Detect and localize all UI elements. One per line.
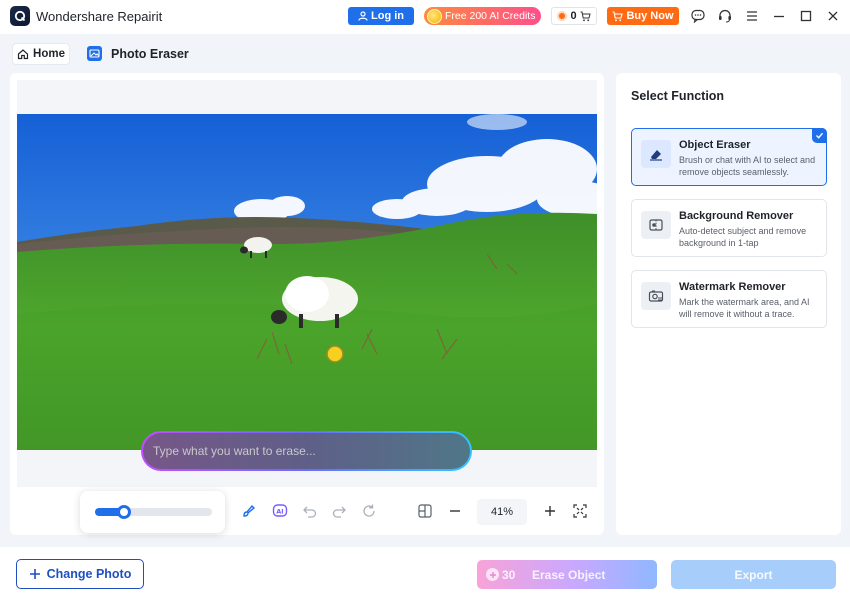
function-card-background-remover[interactable]: Background Remover Auto-detect subject a…	[631, 199, 827, 257]
eraser-icon	[641, 140, 671, 168]
brush-tool-icon[interactable]	[241, 503, 257, 519]
change-photo-label: Change Photo	[46, 567, 132, 581]
page-title: Photo Eraser	[111, 47, 189, 61]
function-card-watermark-remover[interactable]: Watermark Remover Mark the watermark are…	[631, 270, 827, 328]
user-icon	[358, 11, 368, 21]
function-card-title: Watermark Remover	[679, 281, 786, 293]
minimize-icon[interactable]	[771, 8, 787, 24]
free-credits-button[interactable]: Free 200 AI Credits	[424, 7, 541, 25]
erase-object-button[interactable]: 30 Erase Object	[477, 560, 657, 589]
erase-credit-cost: 30	[502, 568, 516, 582]
cart-icon	[580, 11, 591, 21]
function-card-title: Background Remover	[679, 210, 794, 222]
function-card-desc: Mark the watermark area, and AI will rem…	[679, 297, 810, 319]
close-icon[interactable]	[825, 8, 841, 24]
change-photo-button[interactable]: Change Photo	[16, 559, 144, 589]
zoom-level: 41%	[477, 499, 527, 525]
app-title: Wondershare Repairit	[36, 9, 163, 24]
photo-canvas[interactable]	[17, 114, 597, 450]
background-remover-icon	[641, 211, 671, 239]
buy-now-label: Buy Now	[626, 10, 674, 22]
redo-icon[interactable]	[331, 503, 347, 519]
credit-coin-icon	[557, 11, 568, 21]
function-card-title: Object Eraser	[679, 139, 751, 151]
undo-icon[interactable]	[302, 503, 318, 519]
chat-icon[interactable]	[690, 8, 706, 24]
menu-icon[interactable]	[744, 8, 760, 24]
erase-prompt-field[interactable]	[141, 431, 472, 471]
fit-screen-icon[interactable]	[572, 503, 588, 519]
credit-icon	[486, 568, 499, 581]
credits-label: Free 200 AI Credits	[445, 10, 536, 22]
coin-icon	[427, 8, 442, 24]
watermark-remover-icon	[641, 282, 671, 310]
export-button[interactable]: Export	[671, 560, 836, 589]
credits-cart-button[interactable]: 0	[551, 7, 597, 25]
home-label: Home	[33, 48, 65, 60]
login-label: Log in	[371, 10, 404, 22]
zoom-out-icon[interactable]	[447, 503, 463, 519]
buy-now-button[interactable]: Buy Now	[607, 7, 679, 25]
export-label: Export	[734, 567, 773, 582]
svg-text:AI: AI	[276, 508, 283, 516]
headset-icon[interactable]	[717, 8, 733, 24]
erase-prompt-input[interactable]	[153, 444, 470, 458]
selected-check-icon	[812, 128, 827, 143]
app-logo-icon	[10, 6, 30, 26]
login-button[interactable]: Log in	[348, 7, 414, 25]
ai-select-icon[interactable]: AI	[272, 503, 288, 519]
function-card-desc: Brush or chat with AI to select and remo…	[679, 155, 816, 177]
function-panel-title: Select Function	[631, 89, 725, 103]
erase-object-label: Erase Object	[532, 568, 606, 582]
reset-icon[interactable]	[361, 503, 377, 519]
function-card-object-eraser[interactable]: Object Eraser Brush or chat with AI to s…	[631, 128, 827, 186]
plus-icon	[29, 569, 40, 579]
zoom-in-icon[interactable]	[542, 503, 558, 519]
compare-icon[interactable]	[417, 503, 433, 519]
home-icon	[17, 49, 29, 60]
cart-count: 0	[570, 10, 577, 22]
cart-icon	[612, 10, 624, 21]
maximize-icon[interactable]	[798, 8, 814, 24]
photo-eraser-icon	[87, 46, 102, 61]
function-card-desc: Auto-detect subject and remove backgroun…	[679, 226, 807, 248]
home-button[interactable]: Home	[12, 43, 70, 65]
